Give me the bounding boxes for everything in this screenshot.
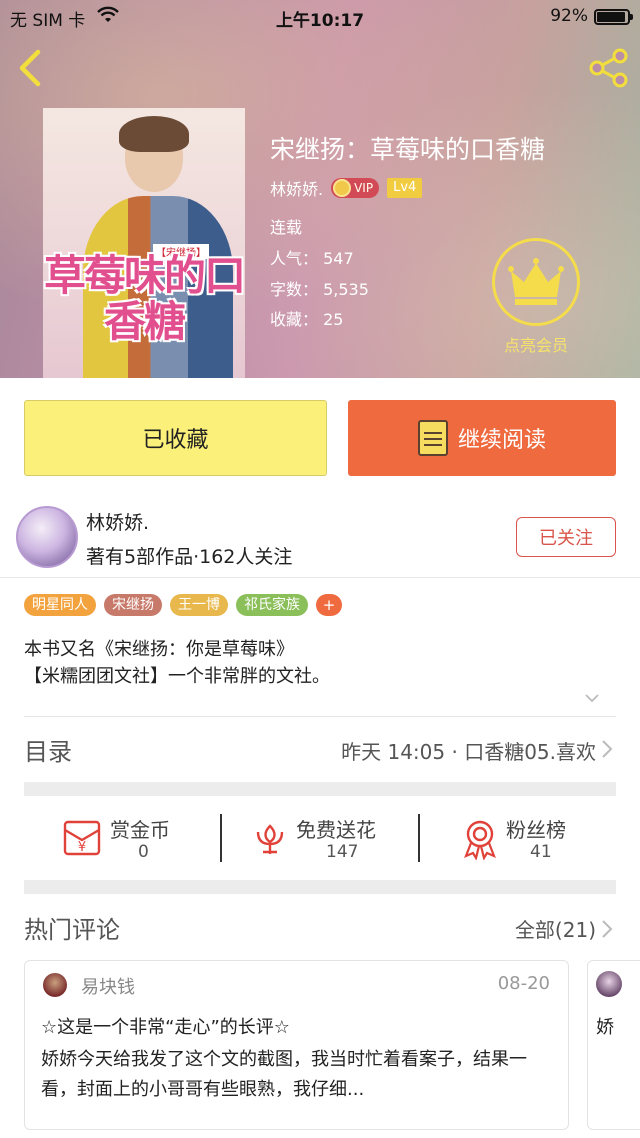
level-badge: Lv4 <box>387 178 423 198</box>
divider <box>24 716 616 717</box>
reward-coins[interactable]: ¥ 赏金币 0 <box>24 800 220 876</box>
more-tags-button[interactable]: + <box>316 594 342 616</box>
vip-coin-icon <box>333 179 352 197</box>
word-count: 字数： 5,535 <box>270 280 369 299</box>
light-up-vip-button[interactable]: 点亮会员 <box>492 238 580 358</box>
clock: 上午10:17 <box>275 11 365 31</box>
book-icon <box>417 420 448 456</box>
tag-item[interactable]: 王一博 <box>170 594 228 616</box>
light-up-vip-label: 点亮会员 <box>503 336 568 355</box>
book-cover[interactable]: 【宋继扬】 草莓味的口香糖 <box>43 108 245 378</box>
vip-badge: VIP <box>331 178 380 198</box>
share-icon <box>589 48 628 88</box>
author-card[interactable]: 林娇娇. 著有5部作品·162人关注 已关注 <box>0 498 640 578</box>
section-separator <box>24 880 616 894</box>
continue-reading-button[interactable]: 继续阅读 <box>348 400 616 476</box>
chevron-right-icon[interactable] <box>600 918 614 940</box>
collected-button[interactable]: 已收藏 <box>24 400 327 476</box>
popularity: 人气： 547 <box>270 249 354 268</box>
chevron-down-icon[interactable] <box>584 692 600 704</box>
avatar <box>596 971 622 997</box>
stats-bar: ¥ 赏金币 0 免费送花 147 粉丝榜 41 <box>24 800 616 876</box>
follow-button[interactable]: 已关注 <box>516 517 616 557</box>
fan-ranking[interactable]: 粉丝榜 41 <box>420 800 616 876</box>
latest-chapter: 昨天 14:05 · 口香糖05.喜欢 <box>341 740 596 764</box>
crown-icon <box>492 238 580 326</box>
medal-icon <box>464 820 496 860</box>
comment-date: 08-20 <box>497 973 550 994</box>
comment-title: ☆这是一个非常“走心”的长评☆ <box>41 1017 290 1038</box>
catalog-title: 目录 <box>24 738 72 766</box>
tag-item[interactable]: 明星同人 <box>24 594 96 616</box>
book-title: 宋继扬：草莓味的口香糖 <box>270 135 546 164</box>
free-flowers[interactable]: 免费送花 147 <box>222 800 418 876</box>
chevron-left-icon <box>19 49 41 87</box>
author-card-name: 林娇娇. <box>86 512 150 534</box>
chevron-right-icon <box>602 740 613 758</box>
comment-card[interactable]: 娇 <box>587 960 640 1130</box>
serial-status: 连载 <box>270 218 303 237</box>
share-button[interactable] <box>588 48 630 88</box>
comment-user: 易块钱 <box>81 977 135 998</box>
continue-reading-label: 继续阅读 <box>457 428 546 453</box>
comment-peek-text: 娇 <box>596 1017 614 1038</box>
book-description: 本书又名《宋继扬：你是草莓味》 【米糯团团文社】一个非常胖的文社。 <box>24 639 330 687</box>
reward-coins-label: 赏金币 <box>110 818 170 842</box>
svg-text:¥: ¥ <box>78 840 86 855</box>
comment-card[interactable]: 易块钱 08-20 ☆这是一个非常“走心”的长评☆ 娇娇今天给我发了这个文的截图… <box>24 960 569 1130</box>
fan-ranking-value: 41 <box>530 842 552 862</box>
free-flowers-value: 147 <box>326 842 359 862</box>
back-button[interactable] <box>14 48 48 88</box>
cover-title: 草莓味的口香糖 <box>43 251 245 346</box>
section-separator <box>24 782 616 796</box>
flower-icon <box>256 824 284 854</box>
author-name[interactable]: 林娇娇. <box>270 176 323 200</box>
tag-item[interactable]: 祁氏家族 <box>236 594 308 616</box>
free-flowers-label: 免费送花 <box>296 818 376 842</box>
battery-icon <box>594 9 633 25</box>
avatar[interactable] <box>16 506 78 568</box>
avatar <box>43 973 67 997</box>
all-comments-link[interactable]: 全部(21) <box>515 914 596 943</box>
status-bar: 无 SIM 卡 上午10:17 92% <box>0 0 640 34</box>
battery-percent: 92% <box>550 6 588 26</box>
catalog-row[interactable]: 目录 昨天 14:05 · 口香糖05.喜欢 <box>0 718 640 780</box>
author-row: 林娇娇. VIP Lv4 <box>270 176 423 200</box>
favorite-count: 收藏： 25 <box>270 310 344 329</box>
reward-coins-value: 0 <box>138 842 149 862</box>
tag-list: 明星同人 宋继扬 王一博 祁氏家族 + <box>24 594 342 616</box>
author-card-summary: 著有5部作品·162人关注 <box>86 546 293 568</box>
book-header: 无 SIM 卡 上午10:17 92% 【宋继扬】 草莓味的口香糖 宋继扬：草莓… <box>0 0 640 378</box>
hot-comments-title: 热门评论 <box>24 916 120 944</box>
comment-body: 娇娇今天给我发了这个文的截图，我当时忙着看案子，结果一看，封面上的小哥哥有些眼熟… <box>41 1049 527 1100</box>
tag-item[interactable]: 宋继扬 <box>104 594 162 616</box>
fan-ranking-label: 粉丝榜 <box>506 818 566 842</box>
red-envelope-icon: ¥ <box>63 820 101 856</box>
